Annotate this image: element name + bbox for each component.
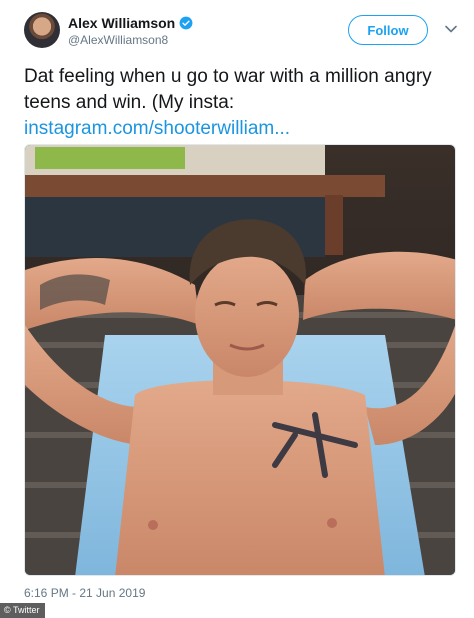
author-name-row: Alex Williamson: [68, 14, 193, 32]
tweet-timestamp[interactable]: 6:16 PM - 21 Jun 2019: [24, 586, 145, 600]
chevron-down-icon[interactable]: [444, 22, 458, 36]
tweet-photo[interactable]: [24, 144, 456, 576]
instagram-link[interactable]: instagram.com/shooterwilliam...: [24, 118, 290, 139]
author-display-name[interactable]: Alex Williamson: [68, 14, 175, 32]
follow-button[interactable]: Follow: [348, 15, 428, 45]
tweet-text: Dat feeling when u go to war with a mill…: [24, 64, 454, 142]
tweet-body: Dat feeling when u go to war with a mill…: [24, 66, 432, 113]
photo-illustration: [25, 145, 455, 575]
author-handle[interactable]: @AlexWilliamson8: [68, 33, 168, 47]
avatar[interactable]: [24, 12, 60, 48]
tweet-header: Alex Williamson @AlexWilliamson8 Follow: [24, 12, 460, 52]
image-credit: © Twitter: [0, 603, 46, 618]
verified-badge-icon: [179, 16, 193, 30]
